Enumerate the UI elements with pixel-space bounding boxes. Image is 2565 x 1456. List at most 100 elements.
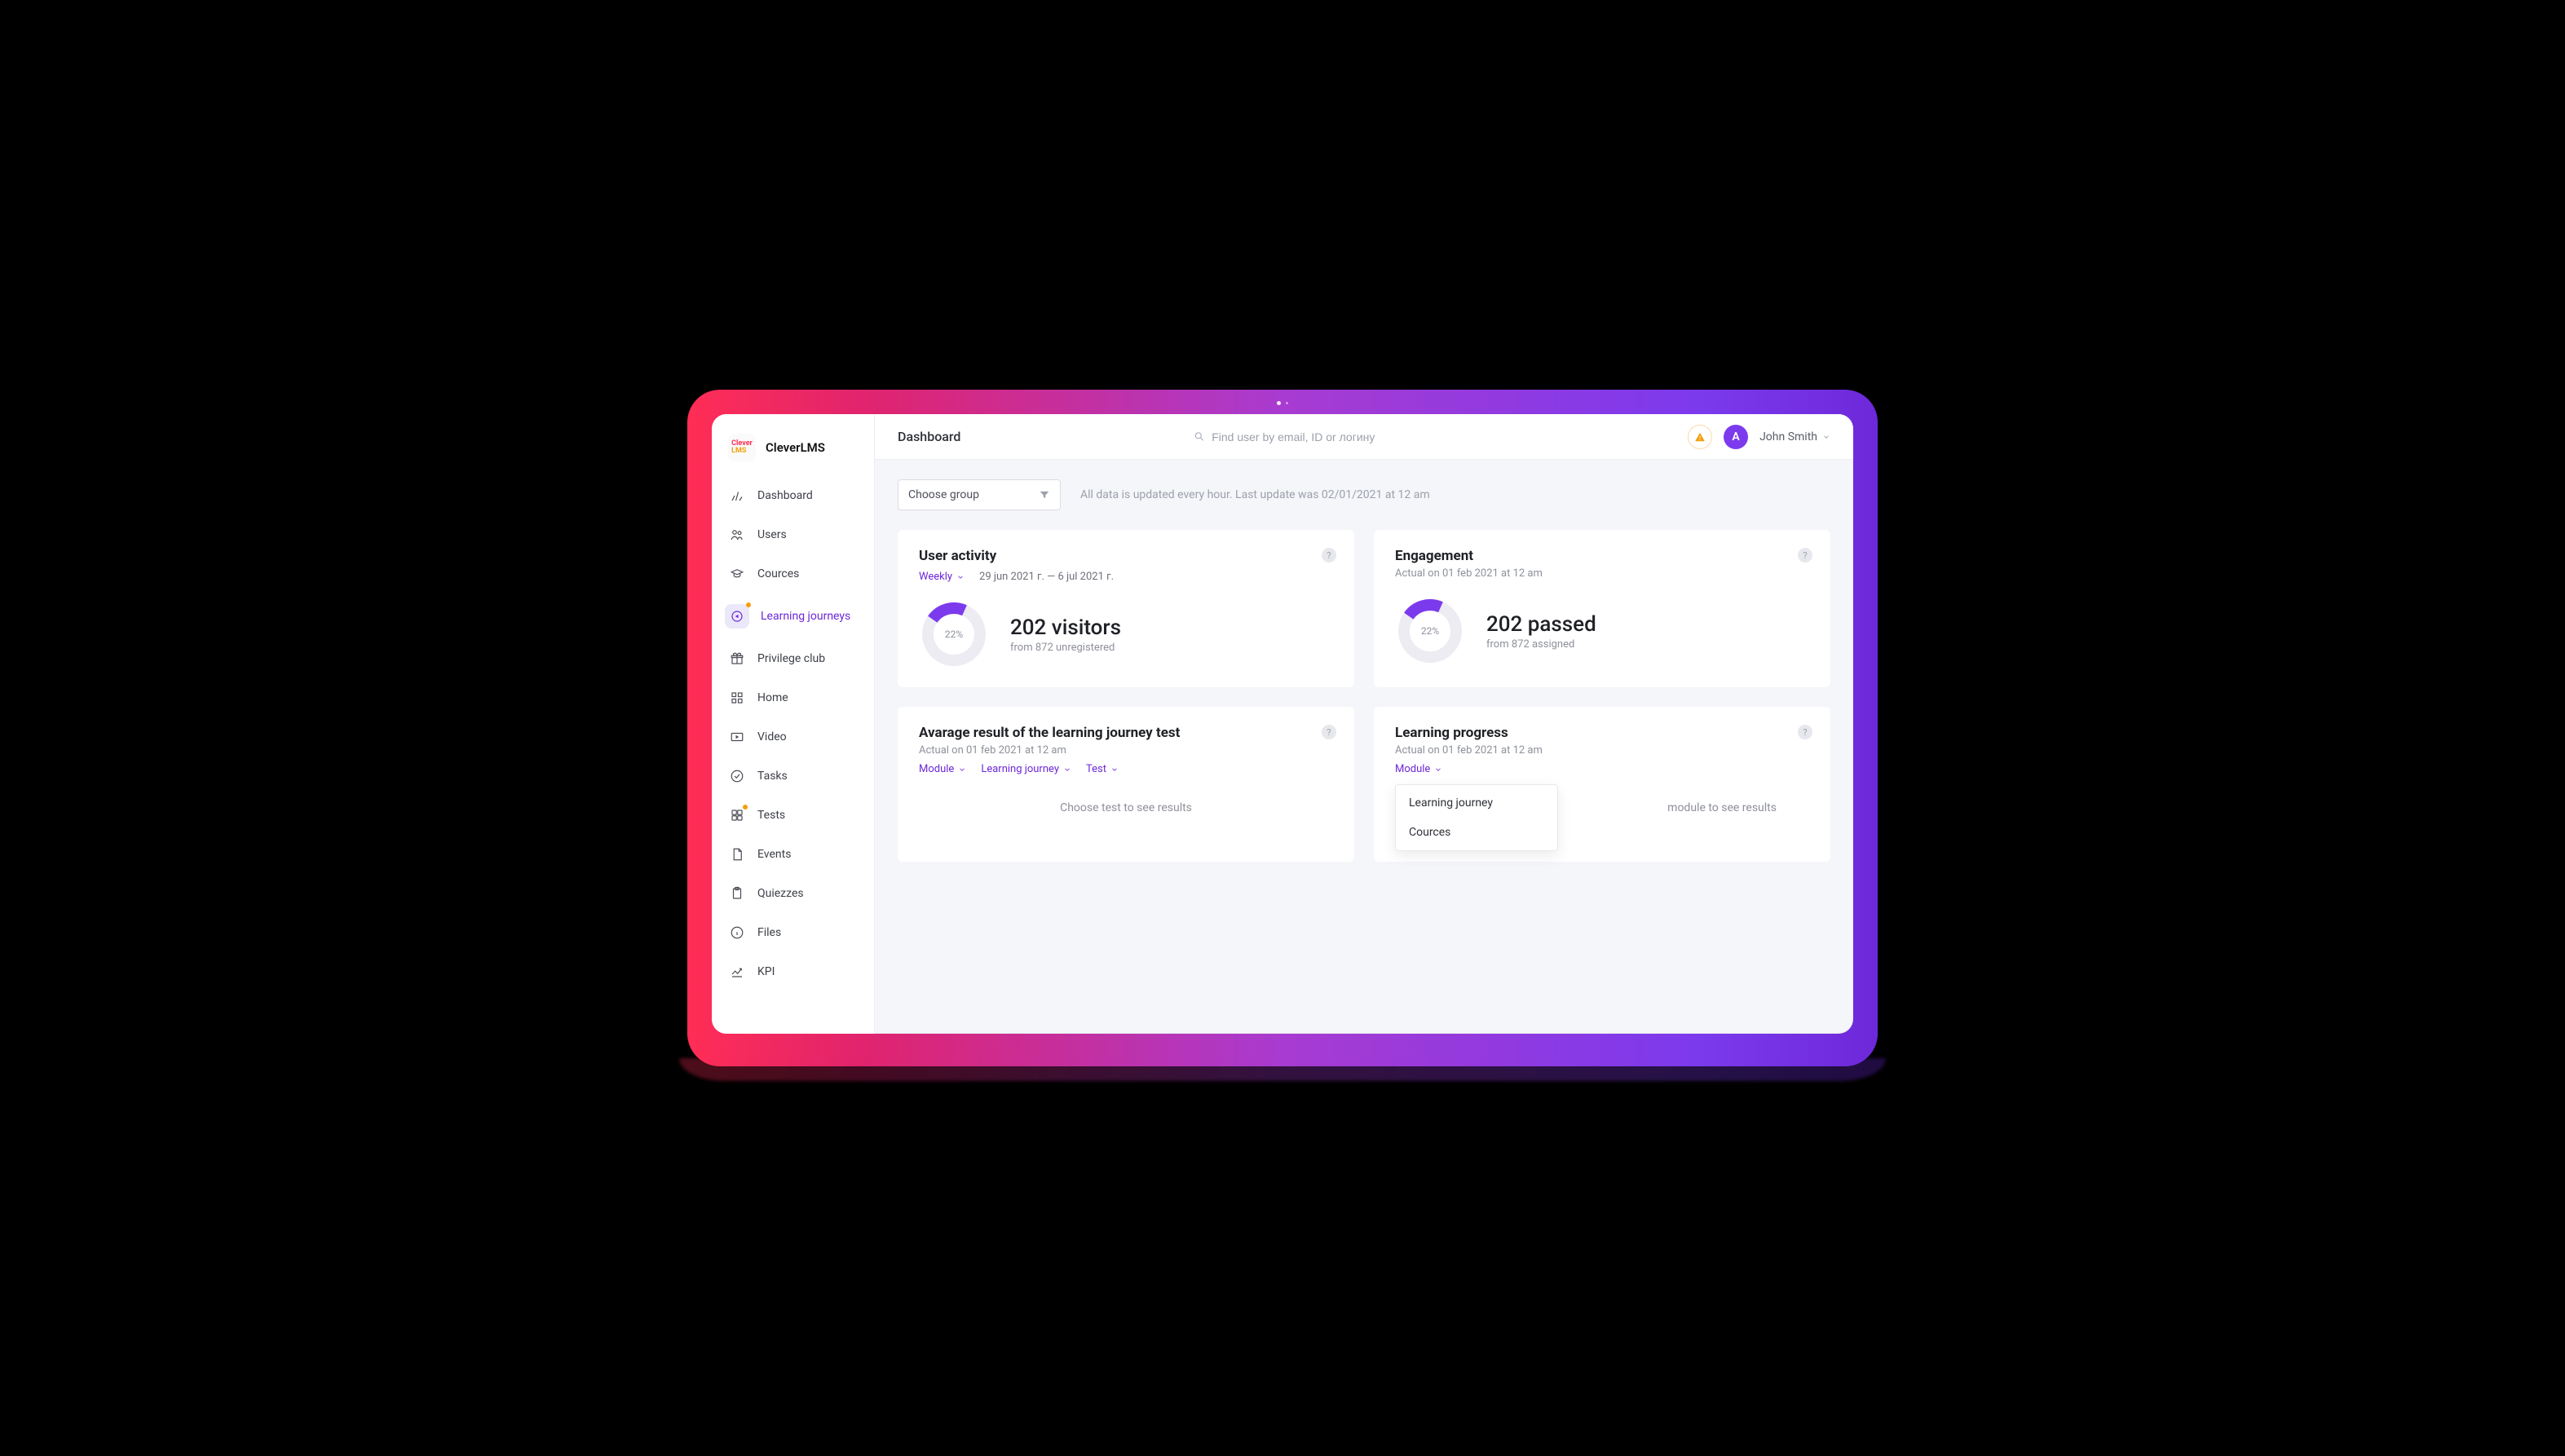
sidebar-item-label: Quiezzes — [757, 887, 804, 900]
sidebar-item-label: Events — [757, 848, 791, 861]
sidebar: Clever LMS CleverLMS Dashboard Users — [712, 414, 875, 1034]
sidebar-item-files[interactable]: Files — [712, 913, 874, 952]
metric-sub: from 872 unregistered — [1010, 642, 1121, 654]
card-subtitle: Actual on 01 feb 2021 at 12 am — [1395, 567, 1809, 580]
donut-percent: 22% — [945, 629, 963, 640]
help-icon[interactable]: ? — [1322, 725, 1336, 739]
sidebar-item-label: Home — [757, 691, 788, 704]
check-circle-icon — [728, 767, 746, 785]
sidebar-item-label: Cources — [757, 567, 799, 580]
sidebar-item-label: Tasks — [757, 770, 788, 783]
document-icon — [728, 845, 746, 863]
card-title: Avarage result of the learning journey t… — [919, 725, 1333, 741]
gift-icon — [728, 650, 746, 668]
search-input[interactable] — [1212, 430, 1455, 443]
filter-module[interactable]: Module — [919, 763, 966, 775]
sidebar-item-label: Video — [757, 730, 787, 743]
sidebar-item-dashboard[interactable]: Dashboard — [712, 476, 874, 515]
date-range: 29 jun 2021 г. — 6 jul 2021 г. — [979, 571, 1114, 583]
sidebar-item-label: Files — [757, 926, 781, 939]
arrow-loop-icon — [725, 604, 749, 629]
donut-percent: 22% — [1421, 625, 1439, 637]
grid-icon — [728, 689, 746, 707]
brand: Clever LMS CleverLMS — [712, 424, 874, 476]
chevron-down-icon — [1063, 766, 1071, 774]
notification-dot — [743, 805, 748, 810]
bar-chart-icon — [728, 487, 746, 505]
filter-module[interactable]: Module — [1395, 763, 1442, 775]
notification-dot — [746, 602, 751, 607]
metric-value: 202 passed — [1486, 612, 1596, 637]
card-average-result: ? Avarage result of the learning journey… — [898, 707, 1354, 862]
sidebar-item-tests[interactable]: Tests — [712, 796, 874, 835]
dropdown-menu: Learning journey Cources — [1395, 784, 1558, 851]
sidebar-item-tasks[interactable]: Tasks — [712, 757, 874, 796]
filter-icon — [1039, 489, 1050, 501]
play-icon — [728, 728, 746, 746]
topbar: Dashboard A John Smith — [875, 414, 1853, 460]
sidebar-item-label: Privilege club — [757, 652, 825, 665]
sidebar-item-video[interactable]: Video — [712, 717, 874, 757]
search-icon — [1194, 430, 1205, 443]
filter-journey[interactable]: Learning journey — [981, 763, 1071, 775]
sidebar-item-users[interactable]: Users — [712, 515, 874, 554]
page-title: Dashboard — [898, 429, 960, 444]
card-title: Engagement — [1395, 548, 1809, 564]
card-learning-progress: ? Learning progress Actual on 01 feb 202… — [1374, 707, 1830, 862]
sidebar-item-privilege-club[interactable]: Privilege club — [712, 639, 874, 678]
group-select[interactable]: Choose group — [898, 479, 1061, 510]
chevron-down-icon — [956, 573, 965, 581]
graduation-icon — [728, 565, 746, 583]
sidebar-item-learning-journeys[interactable]: Learning journeys — [712, 593, 874, 639]
sidebar-item-label: Users — [757, 528, 787, 541]
content: Choose group All data is updated every h… — [875, 460, 1853, 1034]
chevron-down-icon — [1434, 766, 1442, 774]
sidebar-item-events[interactable]: Events — [712, 835, 874, 874]
dropdown-item-learning-journey[interactable]: Learning journey — [1396, 788, 1557, 818]
metric-value: 202 visitors — [1010, 615, 1121, 640]
user-name-label: John Smith — [1759, 430, 1817, 443]
empty-state: Choose test to see results — [919, 775, 1333, 829]
sidebar-item-label: KPI — [757, 965, 775, 978]
metric-sub: from 872 assigned — [1486, 638, 1596, 651]
warning-icon — [1694, 431, 1706, 443]
group-select-label: Choose group — [908, 488, 979, 501]
sidebar-item-cources[interactable]: Cources — [712, 554, 874, 593]
sidebar-item-quiezzes[interactable]: Quiezzes — [712, 874, 874, 913]
card-subtitle: Actual on 01 feb 2021 at 12 am — [1395, 744, 1809, 757]
chevron-down-icon — [958, 766, 966, 774]
main: Dashboard A John Smith — [875, 414, 1853, 1034]
alert-badge[interactable] — [1688, 425, 1712, 449]
sidebar-item-label: Tests — [757, 809, 785, 822]
donut-chart: 22% — [1395, 596, 1465, 666]
users-icon — [728, 526, 746, 544]
brand-logo: Clever LMS — [728, 434, 756, 461]
card-title: Learning progress — [1395, 725, 1809, 741]
card-title: User activity — [919, 548, 1333, 564]
sidebar-item-home[interactable]: Home — [712, 678, 874, 717]
card-user-activity: ? User activity Weekly 29 jun 2021 г. — … — [898, 530, 1354, 687]
info-icon — [728, 924, 746, 942]
help-icon[interactable]: ? — [1322, 548, 1336, 563]
search[interactable] — [1194, 430, 1455, 443]
chevron-down-icon — [1110, 766, 1119, 774]
update-info: All data is updated every hour. Last upd… — [1080, 488, 1430, 501]
clipboard-icon — [728, 885, 746, 902]
sidebar-item-label: Dashboard — [757, 489, 813, 502]
trend-icon — [728, 963, 746, 981]
period-select[interactable]: Weekly — [919, 571, 965, 583]
sidebar-item-label: Learning journeys — [761, 610, 850, 623]
card-engagement: ? Engagement Actual on 01 feb 2021 at 12… — [1374, 530, 1830, 687]
chevron-down-icon — [1822, 433, 1830, 441]
avatar[interactable]: A — [1724, 425, 1748, 449]
brand-name: CleverLMS — [766, 440, 825, 455]
help-icon[interactable]: ? — [1798, 548, 1812, 563]
dropdown-item-cources[interactable]: Cources — [1396, 818, 1557, 847]
user-menu[interactable]: John Smith — [1759, 430, 1830, 443]
squares-icon — [728, 806, 746, 824]
donut-chart: 22% — [919, 599, 989, 669]
filter-test[interactable]: Test — [1086, 763, 1119, 775]
sidebar-item-kpi[interactable]: KPI — [712, 952, 874, 991]
help-icon[interactable]: ? — [1798, 725, 1812, 739]
card-subtitle: Actual on 01 feb 2021 at 12 am — [919, 744, 1333, 757]
